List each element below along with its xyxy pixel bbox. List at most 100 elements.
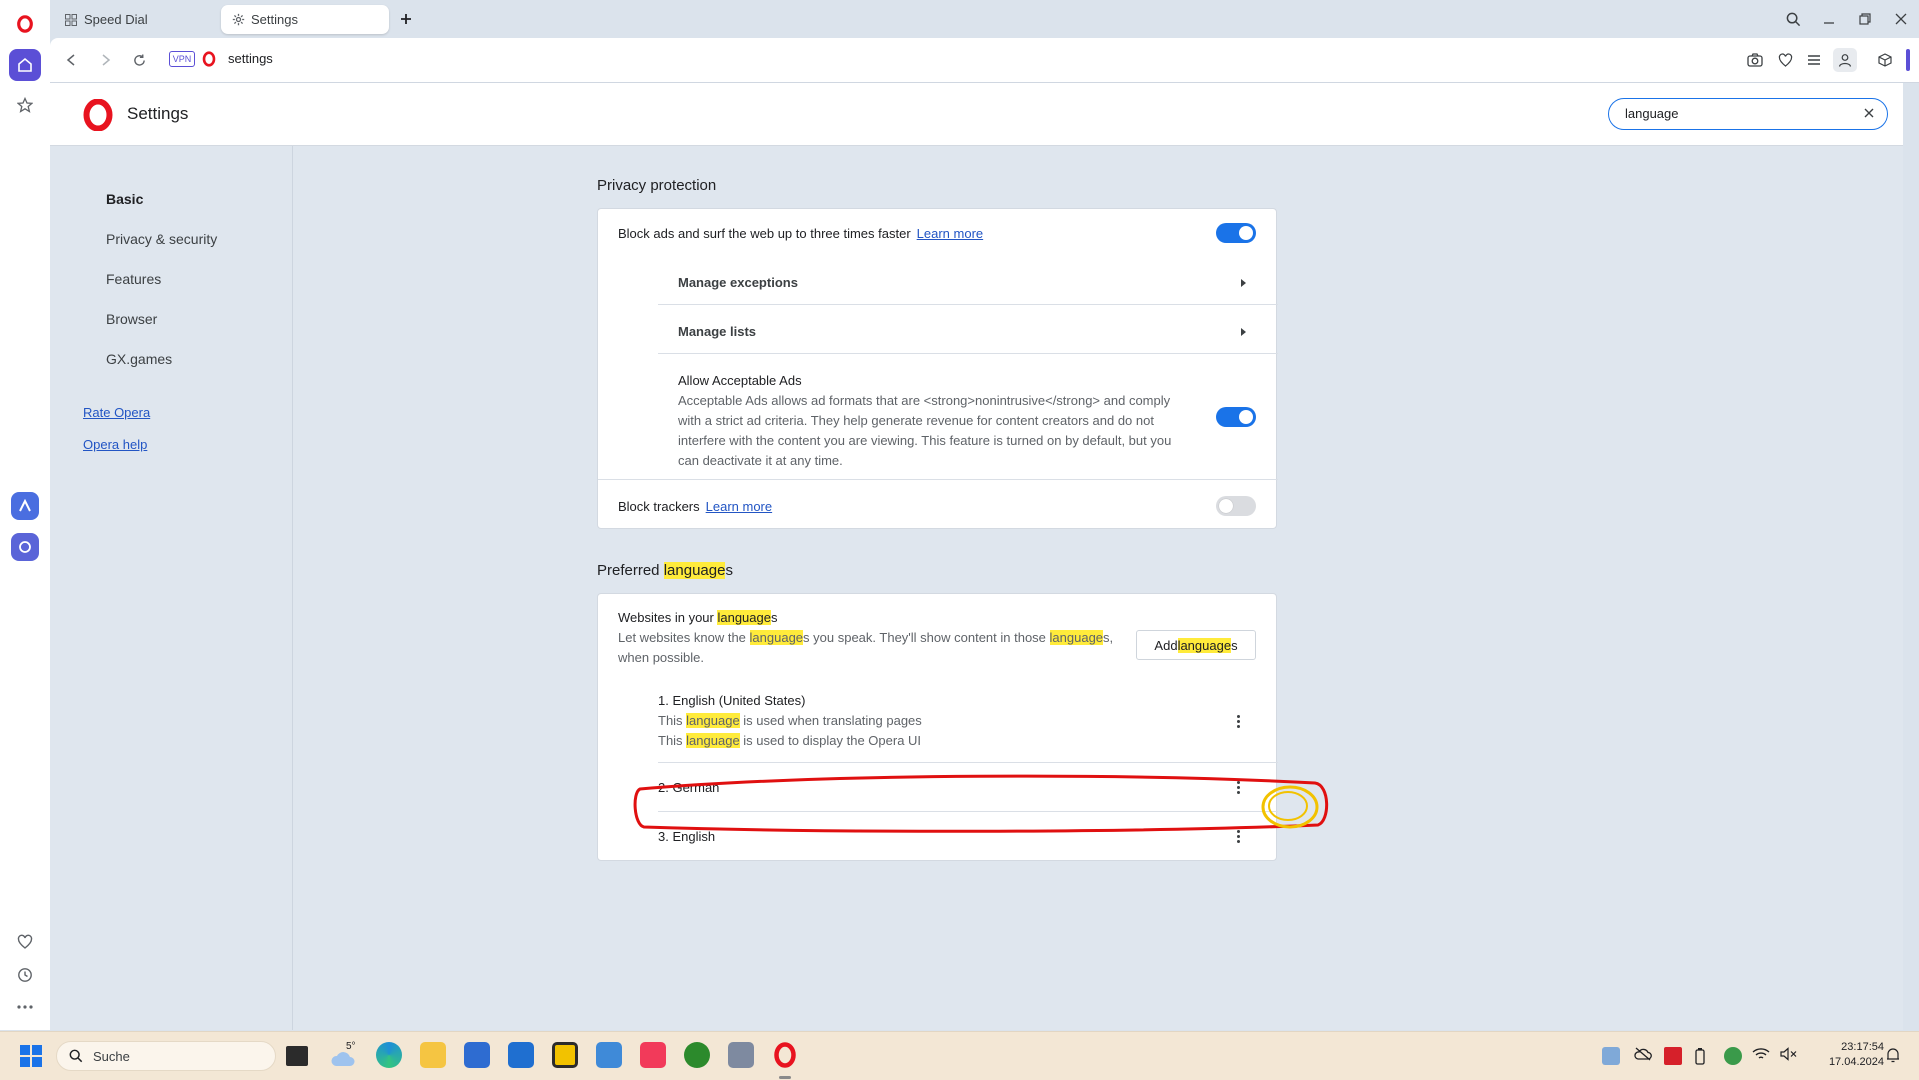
gear-icon <box>231 13 245 27</box>
websites-languages-desc-2: when possible. <box>618 650 704 665</box>
ai-assistant-icon[interactable] <box>11 533 39 561</box>
browser-sidebar <box>0 0 50 1030</box>
tray-battery-icon[interactable] <box>1694 1047 1712 1065</box>
nav-privacy-security[interactable]: Privacy & security <box>106 231 217 247</box>
store-icon[interactable] <box>464 1042 490 1068</box>
nav-gx-games[interactable]: GX.games <box>106 351 172 367</box>
tab-strip: Speed Dial Settings <box>50 0 1919 38</box>
page-title: Settings <box>127 104 189 123</box>
extensions-cube-icon[interactable] <box>1874 49 1896 71</box>
red-annotation-loop <box>633 774 1329 833</box>
opera-help-link[interactable]: Opera help <box>83 437 147 452</box>
easy-setup-icon[interactable] <box>1803 49 1825 71</box>
tray-app-icon[interactable] <box>1602 1047 1620 1065</box>
block-trackers-learn-more-link[interactable]: Learn more <box>706 499 772 514</box>
annotation-overlay <box>633 774 1329 833</box>
block-trackers-toggle[interactable] <box>1216 496 1256 516</box>
acceptable-ads-desc-2: with a strict ad criteria. They help gen… <box>678 413 1154 428</box>
home-icon[interactable] <box>9 49 41 81</box>
tab-settings[interactable]: Settings <box>221 5 389 34</box>
block-ads-toggle[interactable] <box>1216 223 1256 243</box>
manage-lists-row[interactable]: Manage lists <box>678 324 756 339</box>
block-trackers-row: Block trackers Learn more <box>618 499 772 514</box>
block-trackers-label: Block trackers <box>618 499 700 514</box>
language-item-1: 1. English (United States) This language… <box>658 691 922 751</box>
windows-start-icon[interactable] <box>20 1045 42 1070</box>
snapshot-icon[interactable] <box>1744 49 1766 71</box>
search-input[interactable]: language <box>1625 106 1679 121</box>
opera-page-icon <box>202 51 218 67</box>
rate-opera-link[interactable]: Rate Opera <box>83 405 150 420</box>
more-icon[interactable] <box>9 991 41 1023</box>
websites-languages-title: Websites in your languages <box>618 610 778 625</box>
nav-browser[interactable]: Browser <box>106 311 157 327</box>
globe-app-icon[interactable] <box>684 1042 710 1068</box>
reload-icon[interactable] <box>128 49 150 71</box>
acceptable-ads-desc-3: interfere with the content you are viewi… <box>678 433 1172 448</box>
restore-icon[interactable] <box>1854 8 1876 30</box>
network-tool-icon[interactable] <box>728 1042 754 1068</box>
websites-languages-desc: Let websites know the languages you spea… <box>618 630 1114 645</box>
divider <box>658 304 1278 305</box>
clear-search-icon[interactable] <box>1863 107 1877 121</box>
opera-logo-icon <box>82 98 114 132</box>
acceptable-ads-title: Allow Acceptable Ads <box>678 373 802 388</box>
taskbar-search-placeholder: Suche <box>93 1049 130 1064</box>
tray-security-icon[interactable] <box>1724 1047 1742 1065</box>
back-icon[interactable] <box>60 49 82 71</box>
forward-icon[interactable] <box>95 49 117 71</box>
taskbar-clock[interactable]: 23:17:54 17.04.2024 <box>1812 1040 1884 1070</box>
close-window-icon[interactable] <box>1890 8 1912 30</box>
minimize-icon[interactable] <box>1818 8 1840 30</box>
history-icon[interactable] <box>9 959 41 991</box>
vpn-badge[interactable]: VPN <box>169 51 195 67</box>
snipping-tool-icon[interactable] <box>596 1042 622 1068</box>
address-bar: VPN settings <box>50 38 1919 83</box>
divider <box>658 353 1278 354</box>
notification-bell-icon[interactable] <box>1886 1047 1904 1065</box>
block-ads-learn-more-link[interactable]: Learn more <box>917 226 983 241</box>
clock-date: 17.04.2024 <box>1828 1056 1884 1068</box>
speed-dial-icon <box>64 13 78 27</box>
task-view-icon[interactable] <box>286 1046 308 1066</box>
tab-speed-dial[interactable]: Speed Dial <box>54 5 224 34</box>
calendar-icon[interactable] <box>508 1042 534 1068</box>
search-tabs-icon[interactable] <box>1782 8 1804 30</box>
nav-basic[interactable]: Basic <box>106 191 143 207</box>
sticky-notes-icon[interactable] <box>552 1042 578 1068</box>
music-icon[interactable] <box>640 1042 666 1068</box>
opera-taskbar-icon[interactable] <box>772 1041 798 1072</box>
star-icon[interactable] <box>9 89 41 121</box>
new-tab-button[interactable] <box>395 8 417 30</box>
language-note-ui: This language is used to display the Ope… <box>658 733 922 748</box>
weather-temp: 5° <box>346 1041 356 1052</box>
weather-widget[interactable]: 5° <box>330 1041 360 1070</box>
opera-menu-icon[interactable] <box>9 8 41 40</box>
wifi-icon[interactable] <box>1752 1047 1770 1065</box>
settings-header: Settings language <box>50 83 1903 146</box>
add-languages-button[interactable]: Add language s <box>1136 630 1256 660</box>
edge-icon[interactable] <box>376 1042 402 1068</box>
privacy-card: Block ads and surf the web up to three t… <box>597 208 1278 529</box>
heart-icon[interactable] <box>9 926 41 958</box>
profile-icon[interactable] <box>1833 48 1857 72</box>
clock-time: 23:17:54 <box>1841 1041 1884 1053</box>
nav-features[interactable]: Features <box>106 271 161 287</box>
aria-app-icon[interactable] <box>11 492 39 520</box>
tray-cloud-off-icon[interactable] <box>1634 1047 1652 1065</box>
language-note-translate: This language is used when translating p… <box>658 713 922 728</box>
block-ads-label: Block ads and surf the web up to three t… <box>618 226 911 241</box>
language-1-more-icon[interactable] <box>1228 711 1248 731</box>
url-field[interactable]: settings <box>228 51 273 66</box>
tab-label: Speed Dial <box>84 12 148 27</box>
settings-search-box[interactable]: language <box>1608 98 1888 130</box>
tray-red-app-icon[interactable] <box>1664 1047 1682 1065</box>
bookmark-heart-icon[interactable] <box>1774 49 1796 71</box>
acceptable-ads-toggle[interactable] <box>1216 407 1256 427</box>
taskbar-search[interactable]: Suche <box>56 1041 276 1071</box>
speaker-muted-icon[interactable] <box>1780 1047 1798 1065</box>
file-explorer-icon[interactable] <box>420 1042 446 1068</box>
acceptable-ads-row: Allow Acceptable Ads Acceptable Ads allo… <box>678 371 1198 471</box>
manage-exceptions-row[interactable]: Manage exceptions <box>678 275 798 290</box>
acceptable-ads-desc-1: Acceptable Ads allows ad formats that ar… <box>678 393 1171 408</box>
